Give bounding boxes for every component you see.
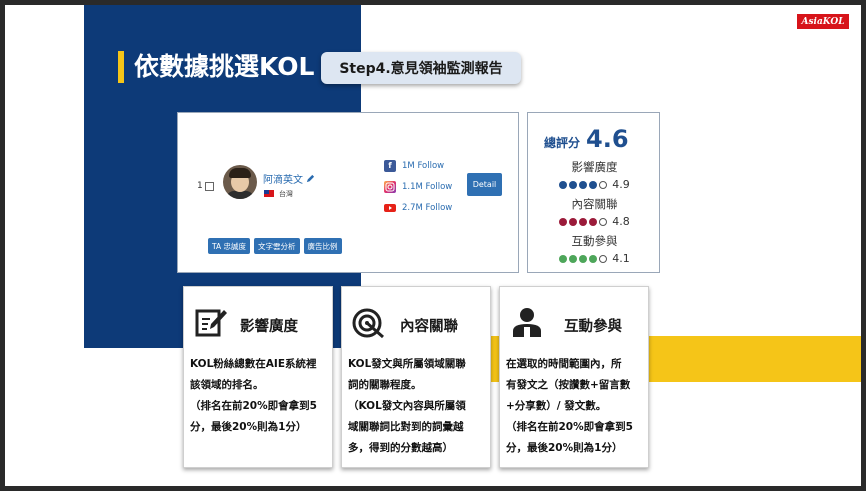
slide-title: 依數據挑選KOL [134, 52, 315, 81]
rating-dot-empty [599, 254, 608, 263]
user-icon [513, 308, 541, 337]
rating-dot-filled [559, 254, 568, 263]
metric-label: 影響廣度 [571, 160, 618, 174]
kol-rank: 1 [197, 181, 214, 191]
social-stats: f 1M Follow 1.1M Follow 2.7M Follow [384, 155, 452, 218]
kol-name-link[interactable]: 阿滴英文 [263, 171, 315, 186]
tag-ta-loyalty[interactable]: TA 忠誠度 [208, 238, 251, 254]
rating-dots: 4.9 [528, 178, 661, 191]
metric-influence: 影響廣度 4.9 [528, 159, 661, 191]
info-card-title: 內容關聯 [400, 319, 458, 335]
asiakol-logo: AsiaKOL [797, 14, 849, 29]
youtube-followers: 2.7M Follow [402, 202, 453, 213]
info-card-influence: 影響廣度 KOL粉絲總數在AIE系統裡 該領域的排名。 （排名在前20%即會拿到… [183, 286, 333, 468]
presentation-slide: 依數據挑選KOL Step4.意見領袖監測報告 AsiaKOL 1 阿滴英文 台… [5, 5, 861, 486]
metric-relevance: 內容關聯 4.8 [528, 196, 661, 228]
title-accent-bar [118, 51, 124, 83]
kol-name[interactable]: 阿滴英文 [263, 171, 303, 186]
facebook-icon: f [384, 159, 396, 172]
rating-dot-filled [559, 217, 568, 226]
rating-dot-filled [569, 254, 578, 263]
instagram-icon [384, 180, 396, 193]
rating-dot-filled [589, 217, 598, 226]
total-score-value: 4.6 [586, 125, 629, 153]
pencil-edit-icon [195, 309, 227, 337]
info-card-text: KOL發文與所屬領域關聯 詞的關聯程度。 （KOL發文內容與所屬領 域關聯詞比對… [348, 358, 466, 454]
info-card-engagement: 互動參與 在選取的時間範圍內，所 有發文之（按讚數+留言數 +分享數）/ 發文數… [499, 286, 649, 468]
tag-ad-ratio[interactable]: 廣告比例 [303, 238, 342, 254]
rating-dot-filled [589, 180, 598, 189]
rating-dot-empty [599, 180, 608, 189]
metric-label: 互動參與 [571, 234, 618, 248]
total-score-label: 總評分 [544, 136, 581, 150]
metric-label: 內容關聯 [571, 197, 618, 211]
rating-dot-filled [569, 217, 578, 226]
metric-value: 4.1 [612, 252, 630, 265]
rating-dot-filled [589, 254, 598, 263]
rating-dot-filled [569, 180, 578, 189]
total-score: 總評分 4.6 [544, 125, 629, 153]
score-card: 總評分 4.6 影響廣度 4.9 內容關聯 4.8 互動參與 4.1 [527, 112, 660, 273]
rating-dot-empty [599, 217, 608, 226]
taiwan-flag-icon [264, 190, 274, 197]
info-card-text: KOL粉絲總數在AIE系統裡 該領域的排名。 （排名在前20%即會拿到5 分，最… [190, 358, 317, 433]
metric-value: 4.9 [612, 178, 630, 191]
rating-dots: 4.1 [528, 252, 661, 265]
info-card-title: 影響廣度 [240, 319, 298, 335]
rating-dot-filled [559, 180, 568, 189]
social-row-youtube[interactable]: 2.7M Follow [384, 197, 452, 218]
detail-button[interactable]: Detail [467, 173, 502, 196]
social-row-instagram[interactable]: 1.1M Follow [384, 176, 452, 197]
rating-dot-filled [579, 217, 588, 226]
social-row-facebook[interactable]: f 1M Follow [384, 155, 452, 176]
youtube-icon [384, 202, 396, 214]
avatar [223, 165, 257, 199]
rating-dots: 4.8 [528, 215, 661, 228]
info-card-title: 互動參與 [564, 319, 622, 335]
tag-word-cloud[interactable]: 文字雲分析 [254, 238, 300, 254]
rating-dot-filled [579, 180, 588, 189]
select-checkbox[interactable] [204, 181, 214, 191]
metric-engagement: 互動參與 4.1 [528, 233, 661, 265]
info-card-relevance: 內容關聯 KOL發文與所屬領域關聯 詞的關聯程度。 （KOL發文內容與所屬領 域… [341, 286, 491, 468]
rank-number: 1 [197, 181, 203, 191]
facebook-followers: 1M Follow [402, 160, 445, 171]
instagram-followers: 1.1M Follow [402, 181, 453, 192]
kol-country: 台灣 [279, 190, 293, 198]
target-icon [352, 308, 384, 339]
rating-dot-filled [579, 254, 588, 263]
kol-profile-card: 1 阿滴英文 台灣 f 1M Follow 1.1M Follow 2.7M F… [177, 112, 519, 273]
info-card-text: 在選取的時間範圍內，所 有發文之（按讚數+留言數 +分享數）/ 發文數。 （排名… [506, 358, 633, 454]
step-label: Step4.意見領袖監測報告 [321, 52, 521, 84]
pencil-icon[interactable] [306, 174, 315, 183]
metric-value: 4.8 [612, 215, 630, 228]
analysis-tags: TA 忠誠度 文字雲分析 廣告比例 [208, 238, 342, 254]
